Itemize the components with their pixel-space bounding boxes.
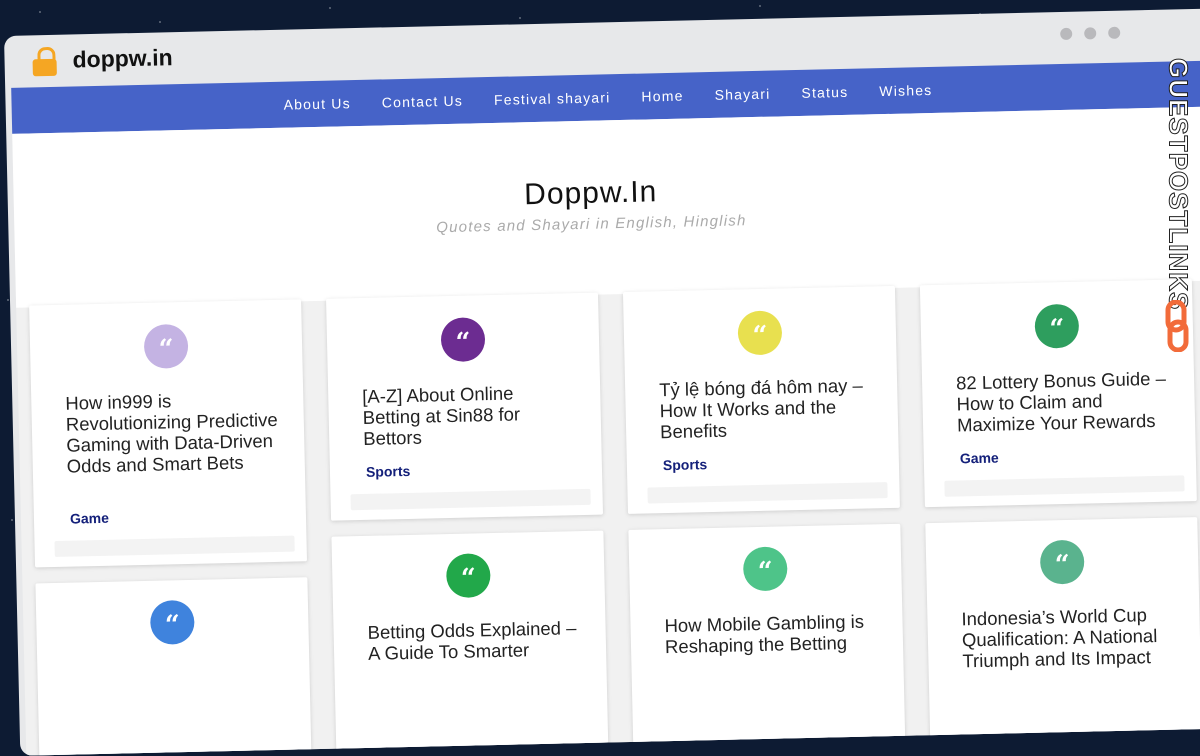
quote-icon: “ [143, 323, 189, 369]
post-title[interactable]: How Mobile Gambling is Reshaping the Bet… [664, 610, 877, 658]
post-category[interactable]: Sports [663, 456, 708, 473]
post-meta-bar [647, 482, 888, 504]
post-title[interactable]: Tỷ lệ bóng đá hôm nay – How It Works and… [659, 374, 872, 443]
post-card[interactable]: “ 82 Lottery Bonus Guide – How to Claim … [919, 279, 1197, 508]
chain-link-icon [1165, 300, 1189, 352]
web-page: About Us Contact Us Festival shayari Hom… [11, 59, 1200, 756]
post-title[interactable]: Betting Odds Explained – A Guide To Smar… [367, 617, 580, 664]
nav-wishes[interactable]: Wishes [879, 82, 932, 99]
post-card[interactable]: “ [35, 577, 312, 756]
post-meta-bar [350, 488, 591, 511]
nav-contact-us[interactable]: Contact Us [382, 93, 464, 111]
window-dot-icon[interactable] [1060, 27, 1073, 41]
post-grid: “ How in999 is Revolutionizing Predictiv… [29, 279, 1200, 756]
post-category[interactable]: Sports [366, 463, 411, 480]
nav-festival-shayari[interactable]: Festival shayari [494, 89, 611, 108]
post-title[interactable]: 82 Lottery Bonus Guide – How to Claim an… [956, 368, 1169, 436]
window-dot-icon[interactable] [1084, 27, 1097, 40]
post-card[interactable]: “ Betting Odds Explained – A Guide To Sm… [331, 530, 609, 756]
post-card[interactable]: “ Tỷ lệ bóng đá hôm nay – How It Works a… [622, 285, 900, 514]
post-title[interactable] [71, 664, 283, 669]
post-card[interactable]: “ [A-Z] About Online Betting at Sin88 fo… [326, 292, 604, 521]
lock-icon [32, 46, 59, 78]
window-controls [1060, 26, 1121, 41]
site-header: Doppw.In Quotes and Shayari in English, … [12, 105, 1200, 308]
post-card[interactable]: “ How Mobile Gambling is Reshaping the B… [628, 523, 906, 756]
nav-about-us[interactable]: About Us [283, 95, 351, 113]
nav-home[interactable]: Home [641, 88, 684, 105]
watermark-text: GUESTPOSTLINKS [1163, 58, 1194, 311]
post-meta-bar [944, 475, 1185, 497]
quote-icon: “ [445, 553, 491, 599]
post-card[interactable]: “ Indonesia’s World Cup Qualification: A… [925, 517, 1200, 756]
quote-icon: “ [440, 317, 486, 363]
browser-window: doppw.in About Us Contact Us Festival sh… [4, 7, 1200, 756]
post-meta-bar [54, 535, 295, 557]
post-title[interactable]: How in999 is Revolutionizing Predictive … [65, 388, 279, 476]
guestpostlinks-watermark: GUESTPOSTLINKS [1162, 58, 1194, 358]
post-card[interactable]: “ How in999 is Revolutionizing Predictiv… [29, 299, 307, 568]
quote-icon: “ [742, 546, 788, 592]
quote-icon: “ [1034, 303, 1080, 349]
nav-status[interactable]: Status [801, 84, 848, 101]
window-dot-icon[interactable] [1108, 26, 1121, 39]
quote-icon: “ [1039, 539, 1085, 585]
post-title[interactable]: [A-Z] About Online Betting at Sin88 for … [362, 381, 575, 449]
nav-shayari[interactable]: Shayari [714, 86, 770, 103]
browser-domain: doppw.in [72, 44, 173, 73]
quote-icon: “ [149, 599, 195, 645]
post-category[interactable]: Game [70, 510, 109, 527]
quote-icon: “ [737, 310, 783, 356]
post-title[interactable]: Indonesia’s World Cup Qualification: A N… [961, 604, 1174, 671]
post-category[interactable]: Game [960, 450, 999, 467]
